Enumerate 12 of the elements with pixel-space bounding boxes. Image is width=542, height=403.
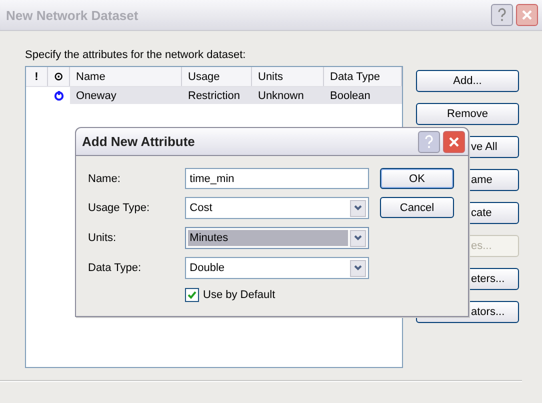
field-label: Data Type: — [88, 262, 142, 274]
instruction-text: Specify the attributes for the network dataset: — [25, 49, 247, 61]
table-cell: Unknown — [252, 87, 324, 104]
field-label: Usage Type: — [88, 202, 151, 214]
table-cell: Boolean — [324, 87, 402, 104]
table-cell: Restriction — [182, 87, 252, 104]
field-label: Name: — [88, 172, 122, 184]
field-label: Units: — [88, 232, 118, 244]
window-title: New Network Dataset — [6, 8, 138, 22]
table-cell: Oneway — [70, 87, 182, 104]
checkbox-label: Use by Default — [203, 289, 276, 301]
dialog-title: Add New Attribute — [82, 134, 195, 149]
